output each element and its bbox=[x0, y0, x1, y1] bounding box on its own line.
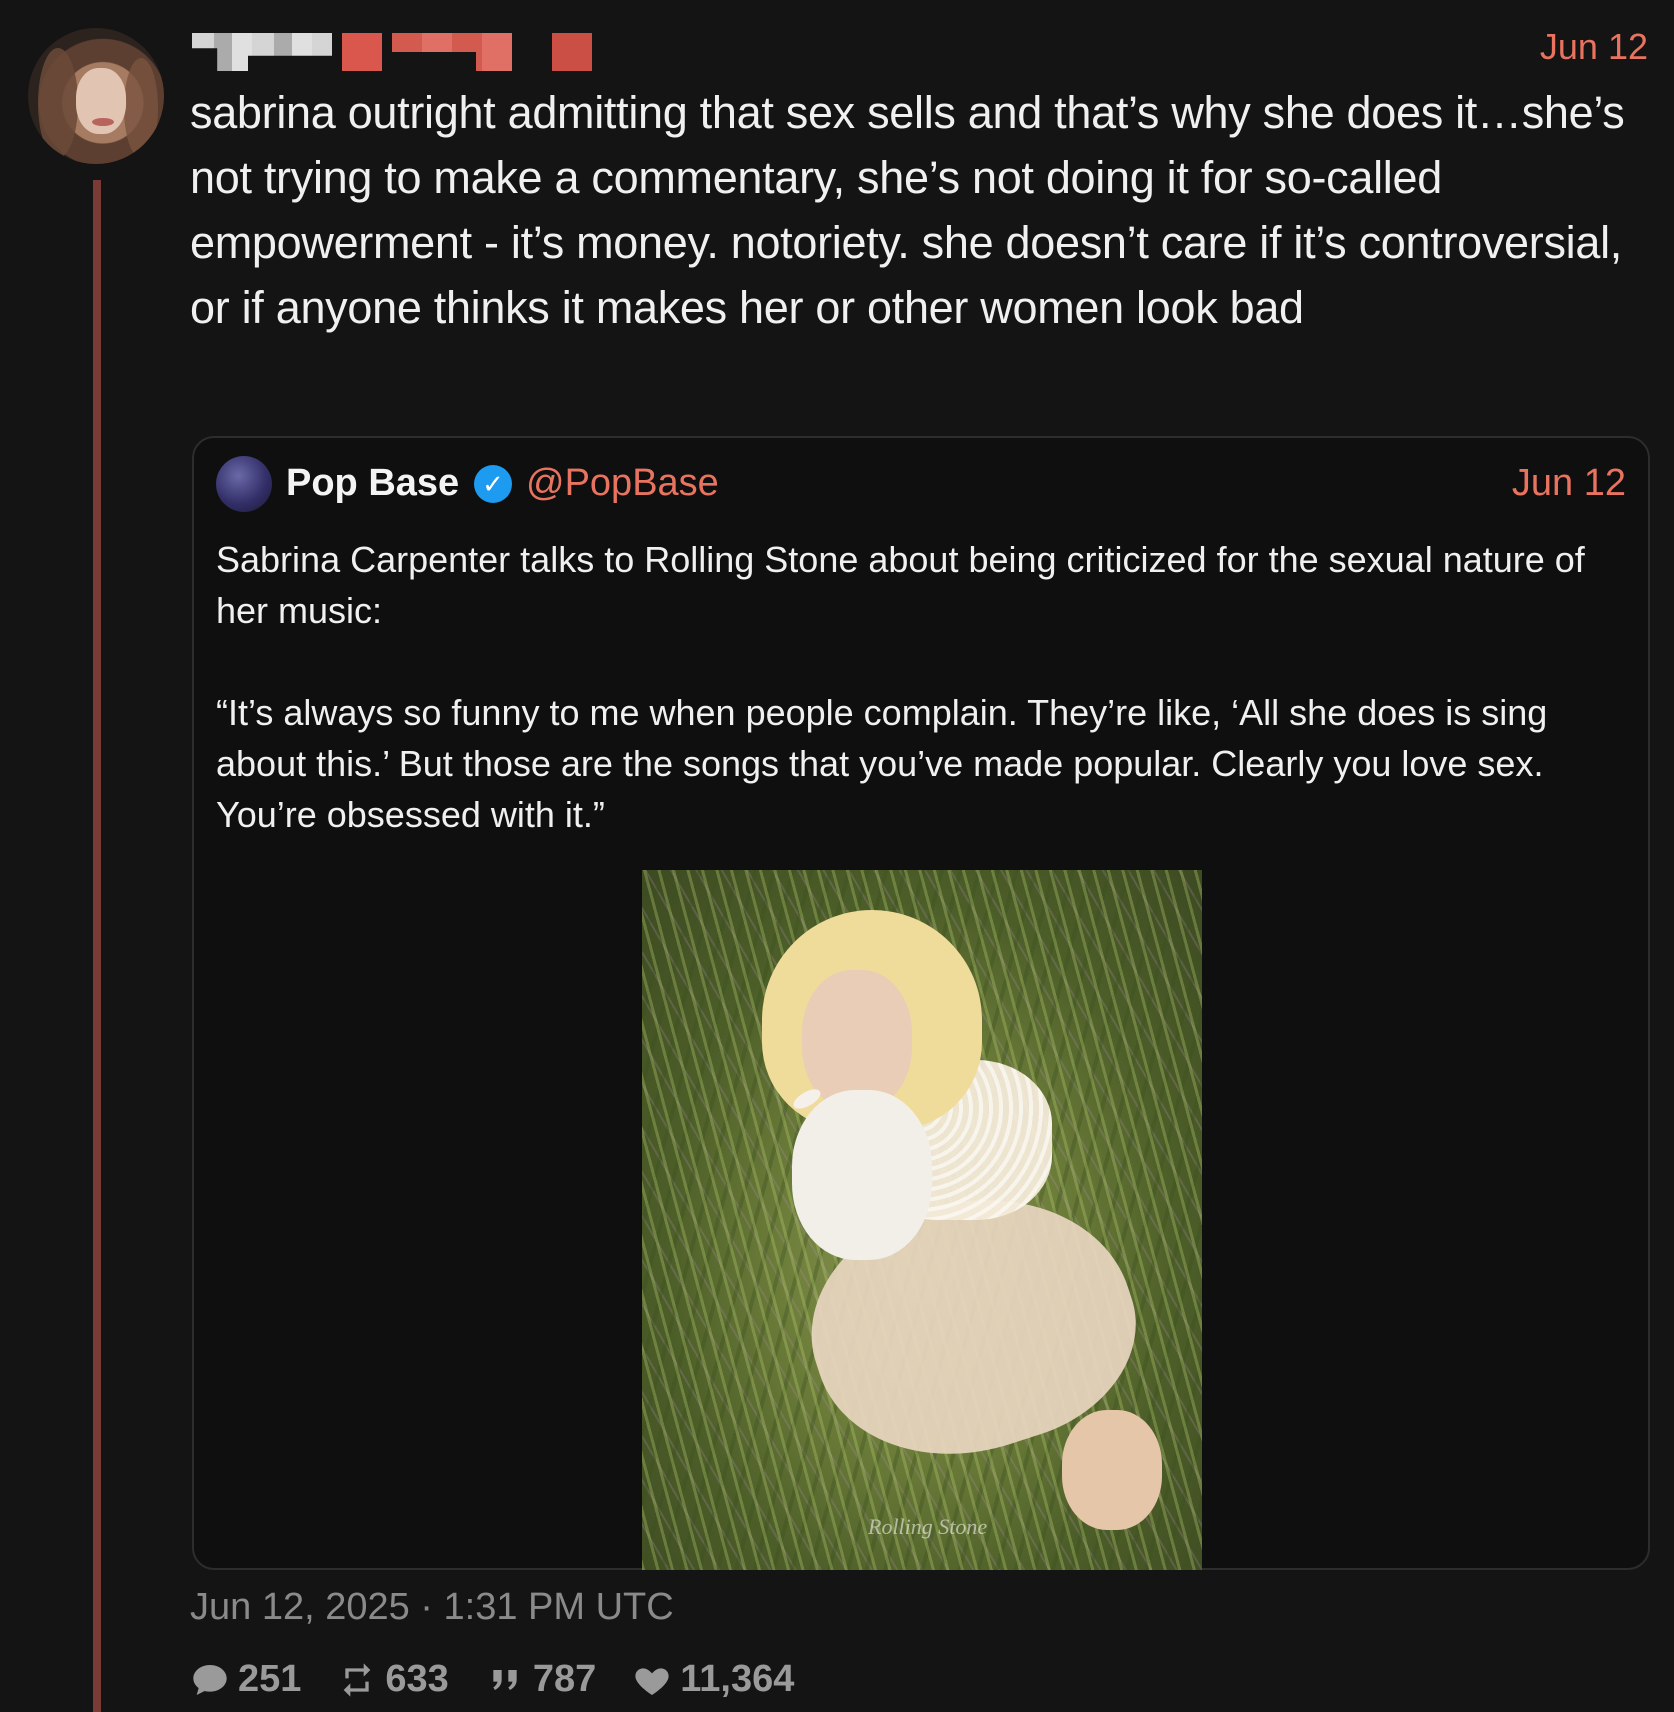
like-count: 11,364 bbox=[680, 1658, 795, 1700]
tweet-timestamp[interactable]: Jun 12, 2025 · 1:31 PM UTC bbox=[190, 1586, 674, 1629]
quote-icon bbox=[493, 1669, 517, 1690]
tweet-text: sabrina outright admitting that sex sell… bbox=[190, 87, 1625, 333]
quoted-tweet[interactable]: Pop Base ✓ @PopBase Jun 12 Sabrina Carpe… bbox=[192, 436, 1650, 1570]
retweet-count: 633 bbox=[385, 1658, 449, 1700]
quoted-avatar[interactable] bbox=[216, 456, 272, 512]
reply-count: 251 bbox=[238, 1658, 302, 1700]
like-stat[interactable]: 11,364 bbox=[632, 1658, 794, 1701]
quote-stat[interactable]: 787 bbox=[485, 1658, 596, 1701]
verified-badge-icon: ✓ bbox=[474, 465, 512, 503]
reply-stat[interactable]: 251 bbox=[190, 1658, 301, 1701]
retweet-stat[interactable]: 633 bbox=[337, 1658, 449, 1701]
thread-line bbox=[93, 180, 101, 1712]
tweet-stats: 251 633 787 11,364 bbox=[190, 1658, 794, 1701]
username-redacted[interactable] bbox=[192, 32, 592, 72]
avatar[interactable] bbox=[28, 28, 164, 164]
heart-icon bbox=[635, 1667, 669, 1695]
comment-icon bbox=[193, 1664, 227, 1695]
tweet-date[interactable]: Jun 12 bbox=[1540, 26, 1648, 68]
image-watermark: Rolling Stone bbox=[868, 1514, 988, 1539]
quoted-author-handle[interactable]: @PopBase bbox=[526, 462, 719, 505]
quoted-image[interactable]: Rolling Stone bbox=[642, 870, 1202, 1570]
quoted-date[interactable]: Jun 12 bbox=[1512, 462, 1626, 505]
quoted-author-name[interactable]: Pop Base bbox=[286, 462, 459, 505]
quote-count: 787 bbox=[532, 1658, 597, 1700]
quoted-text: Sabrina Carpenter talks to Rolling Stone… bbox=[216, 539, 1585, 835]
retweet-icon bbox=[344, 1662, 371, 1697]
